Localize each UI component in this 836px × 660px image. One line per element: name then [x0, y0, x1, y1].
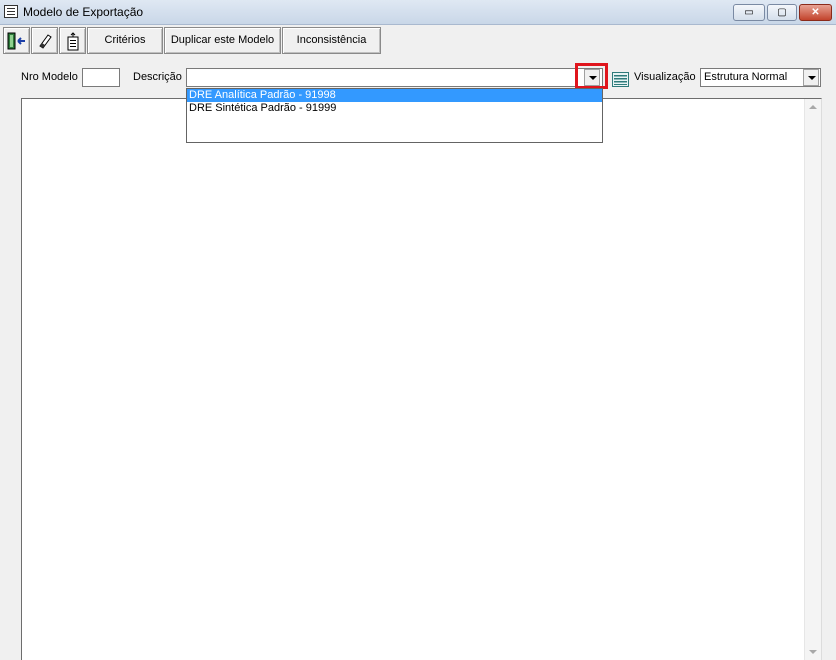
toolbar: Critérios Duplicar este Modelo Inconsist…	[0, 25, 836, 57]
nro-modelo-label: Nro Modelo	[21, 71, 78, 83]
exit-icon	[7, 32, 25, 50]
visualizacao-dropdown-button[interactable]	[803, 69, 819, 86]
export-icon	[67, 32, 78, 51]
maximize-button[interactable]: ▢	[767, 4, 797, 21]
app-icon	[4, 5, 18, 18]
visualizacao-label: Visualização	[634, 71, 696, 83]
clear-button[interactable]	[31, 27, 58, 54]
eraser-icon	[38, 34, 52, 49]
nro-modelo-input[interactable]	[82, 68, 120, 87]
window-title: Modelo de Exportação	[23, 5, 144, 19]
main-content-panel	[21, 98, 822, 660]
annotation-highlight-box	[575, 63, 608, 89]
close-button[interactable]: ✕	[799, 4, 832, 21]
inconsistencia-button[interactable]: Inconsistência	[282, 27, 381, 54]
descricao-label: Descrição	[133, 71, 182, 83]
list-icon	[612, 72, 629, 87]
title-bar: Modelo de Exportação ▭ ▢ ✕	[0, 0, 836, 25]
dropdown-option[interactable]: DRE Sintética Padrão - 91999	[187, 102, 602, 115]
vertical-scrollbar[interactable]	[804, 99, 821, 660]
duplicar-modelo-button[interactable]: Duplicar este Modelo	[164, 27, 281, 54]
dropdown-option[interactable]: DRE Analítica Padrão - 91998	[187, 89, 602, 102]
descricao-combobox[interactable]	[186, 68, 603, 87]
minimize-button[interactable]: ▭	[733, 4, 765, 21]
descricao-dropdown-list: DRE Analítica Padrão - 91998 DRE Sintéti…	[186, 88, 603, 143]
scroll-up-icon[interactable]	[809, 105, 817, 109]
criterios-button[interactable]: Critérios	[87, 27, 163, 54]
export-button[interactable]	[59, 27, 86, 54]
list-view-button[interactable]	[612, 72, 629, 87]
exit-button[interactable]	[3, 27, 30, 54]
scroll-down-icon[interactable]	[809, 650, 817, 654]
